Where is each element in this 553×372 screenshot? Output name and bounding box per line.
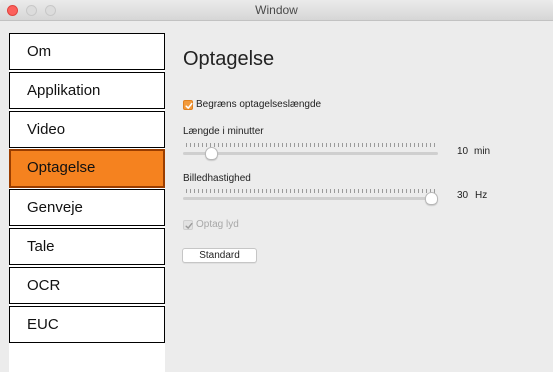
sidebar-item-video[interactable]: Video xyxy=(9,111,165,148)
title-bar: Window xyxy=(0,0,553,21)
sidebar-item-ocr[interactable]: OCR xyxy=(9,267,165,304)
standard-button[interactable]: Standard xyxy=(182,248,257,263)
app-window: Window Om Applikation Video Optagelse Ge… xyxy=(0,0,553,372)
window-title: Window xyxy=(255,3,298,17)
framerate-slider-ticks xyxy=(186,189,435,193)
sidebar: Om Applikation Video Optagelse Genveje T… xyxy=(9,33,165,372)
framerate-slider-knob[interactable] xyxy=(425,192,438,205)
framerate-value: 30 xyxy=(457,190,469,201)
length-unit: min xyxy=(474,146,491,157)
framerate-slider-track[interactable] xyxy=(183,197,438,200)
page-title: Optagelse xyxy=(183,48,275,70)
record-audio-label: Optag lyd xyxy=(196,219,239,230)
length-slider-track[interactable] xyxy=(183,152,438,155)
framerate-slider-label: Billedhastighed xyxy=(183,173,251,184)
sidebar-item-om[interactable]: Om xyxy=(9,33,165,70)
sidebar-item-euc[interactable]: EUC xyxy=(9,306,165,343)
limit-length-label: Begræns optagelseslængde xyxy=(196,99,322,110)
sidebar-item-genveje[interactable]: Genveje xyxy=(9,189,165,226)
record-audio-checkbox[interactable] xyxy=(183,220,193,230)
checkmark-icon xyxy=(185,222,193,229)
sidebar-item-applikation[interactable]: Applikation xyxy=(9,72,165,109)
length-value: 10 xyxy=(457,146,469,157)
limit-length-checkbox[interactable] xyxy=(183,100,193,110)
length-slider-label: Længde i minutter xyxy=(183,126,264,137)
sidebar-item-optagelse[interactable]: Optagelse xyxy=(9,149,165,188)
length-slider-ticks xyxy=(186,143,435,147)
length-slider-knob[interactable] xyxy=(204,147,218,160)
sidebar-item-tale[interactable]: Tale xyxy=(9,228,165,265)
framerate-unit: Hz xyxy=(475,190,488,201)
checkmark-icon xyxy=(185,102,193,109)
